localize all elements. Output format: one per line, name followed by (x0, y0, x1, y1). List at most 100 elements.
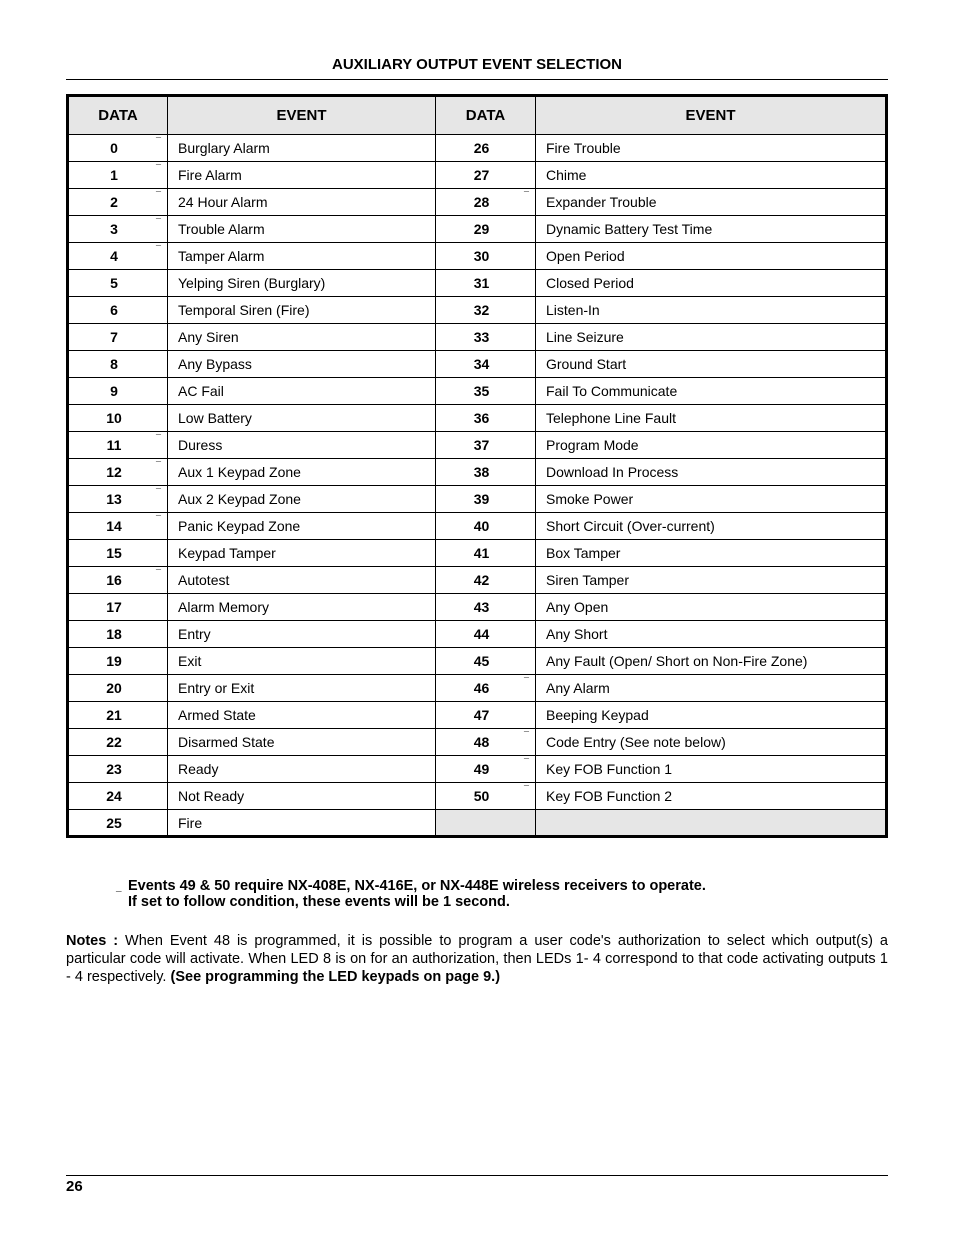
footnote-mark-icon: ¯ (156, 433, 161, 443)
event-cell: Low Battery (168, 405, 436, 432)
data-cell: 22 (68, 729, 168, 756)
event-cell: Siren Tamper (536, 567, 887, 594)
data-cell: 1¯ (68, 162, 168, 189)
data-cell: 50¯ (436, 783, 536, 810)
event-cell: Download In Process (536, 459, 887, 486)
data-cell: 47 (436, 702, 536, 729)
event-cell: Smoke Power (536, 486, 887, 513)
data-cell: 26 (436, 135, 536, 162)
data-cell: 6 (68, 297, 168, 324)
event-cell: Dynamic Battery Test Time (536, 216, 887, 243)
table-row: 9AC Fail35Fail To Communicate (68, 378, 887, 405)
data-cell: 29 (436, 216, 536, 243)
divider (66, 79, 888, 80)
table-row: 1¯Fire Alarm27Chime (68, 162, 887, 189)
event-cell: Ready (168, 756, 436, 783)
footnote-mark-icon: ¯ (156, 136, 161, 146)
data-cell: 9 (68, 378, 168, 405)
table-row: 5Yelping Siren (Burglary)31Closed Period (68, 270, 887, 297)
data-cell: 12¯ (68, 459, 168, 486)
event-cell: Tamper Alarm (168, 243, 436, 270)
footnote-line1: Events 49 & 50 require NX-408E, NX-416E,… (128, 878, 706, 894)
data-cell: 31 (436, 270, 536, 297)
event-cell: Burglary Alarm (168, 135, 436, 162)
data-cell: 17 (68, 594, 168, 621)
footnote-mark-icon: ¯ (156, 460, 161, 470)
footnote-mark-icon: ¯ (524, 784, 529, 794)
event-cell: Alarm Memory (168, 594, 436, 621)
table-row: 24Not Ready50¯Key FOB Function 2 (68, 783, 887, 810)
data-cell: 18 (68, 621, 168, 648)
data-cell: 28¯ (436, 189, 536, 216)
table-row: 21Armed State47Beeping Keypad (68, 702, 887, 729)
table-row: 14¯Panic Keypad Zone40Short Circuit (Ove… (68, 513, 887, 540)
event-cell: Chime (536, 162, 887, 189)
data-cell: 4¯ (68, 243, 168, 270)
page-footer: 26 (66, 1175, 888, 1195)
footnote-line2: If set to follow condition, these events… (128, 894, 510, 910)
event-cell: Exit (168, 648, 436, 675)
event-cell: Aux 1 Keypad Zone (168, 459, 436, 486)
data-cell (436, 810, 536, 837)
event-cell: Fire (168, 810, 436, 837)
notes-label: Notes : (66, 933, 118, 949)
data-cell: 46¯ (436, 675, 536, 702)
event-cell: Trouble Alarm (168, 216, 436, 243)
table-row: 17Alarm Memory43Any Open (68, 594, 887, 621)
event-cell: Autotest (168, 567, 436, 594)
data-cell: 45 (436, 648, 536, 675)
event-cell: Any Open (536, 594, 887, 621)
footnote-mark: ¯ (116, 891, 122, 902)
event-cell: Any Short (536, 621, 887, 648)
event-cell: Fire Trouble (536, 135, 887, 162)
data-cell: 32 (436, 297, 536, 324)
data-cell: 25 (68, 810, 168, 837)
event-cell: Aux 2 Keypad Zone (168, 486, 436, 513)
data-cell: 30 (436, 243, 536, 270)
page-number: 26 (66, 1178, 888, 1195)
footnote-mark-icon: ¯ (524, 676, 529, 686)
footnote-mark-icon: ¯ (156, 190, 161, 200)
event-cell: Entry or Exit (168, 675, 436, 702)
event-cell: Telephone Line Fault (536, 405, 887, 432)
footnote-mark-icon: ¯ (156, 568, 161, 578)
event-cell: Short Circuit (Over-current) (536, 513, 887, 540)
data-cell: 36 (436, 405, 536, 432)
event-cell: Box Tamper (536, 540, 887, 567)
table-row: 8Any Bypass34Ground Start (68, 351, 887, 378)
data-cell: 44 (436, 621, 536, 648)
event-cell: Closed Period (536, 270, 887, 297)
data-cell: 42 (436, 567, 536, 594)
data-cell: 21 (68, 702, 168, 729)
table-row: 4¯Tamper Alarm30Open Period (68, 243, 887, 270)
data-cell: 43 (436, 594, 536, 621)
data-cell: 20 (68, 675, 168, 702)
footnote-mark-icon: ¯ (524, 730, 529, 740)
notes-paragraph: Notes : When Event 48 is programmed, it … (66, 932, 888, 986)
page-title: AUXILIARY OUTPUT EVENT SELECTION (66, 56, 888, 73)
event-cell: Key FOB Function 1 (536, 756, 887, 783)
footnote-mark-icon: ¯ (524, 757, 529, 767)
table-row: 25Fire (68, 810, 887, 837)
data-cell: 23 (68, 756, 168, 783)
data-cell: 19 (68, 648, 168, 675)
data-cell: 2¯ (68, 189, 168, 216)
event-cell: Panic Keypad Zone (168, 513, 436, 540)
data-cell: 40 (436, 513, 536, 540)
data-cell: 35 (436, 378, 536, 405)
footer-divider (66, 1175, 888, 1176)
table-row: 18Entry44Any Short (68, 621, 887, 648)
event-cell: Any Alarm (536, 675, 887, 702)
data-cell: 33 (436, 324, 536, 351)
data-cell: 15 (68, 540, 168, 567)
event-cell: AC Fail (168, 378, 436, 405)
footnote-mark-icon: ¯ (156, 163, 161, 173)
table-row: 13¯Aux 2 Keypad Zone39Smoke Power (68, 486, 887, 513)
data-cell: 41 (436, 540, 536, 567)
table-row: 10Low Battery36Telephone Line Fault (68, 405, 887, 432)
table-row: 7Any Siren33Line Seizure (68, 324, 887, 351)
event-cell: Open Period (536, 243, 887, 270)
event-cell: Beeping Keypad (536, 702, 887, 729)
table-row: 15Keypad Tamper41Box Tamper (68, 540, 887, 567)
table-row: 12¯Aux 1 Keypad Zone38Download In Proces… (68, 459, 887, 486)
